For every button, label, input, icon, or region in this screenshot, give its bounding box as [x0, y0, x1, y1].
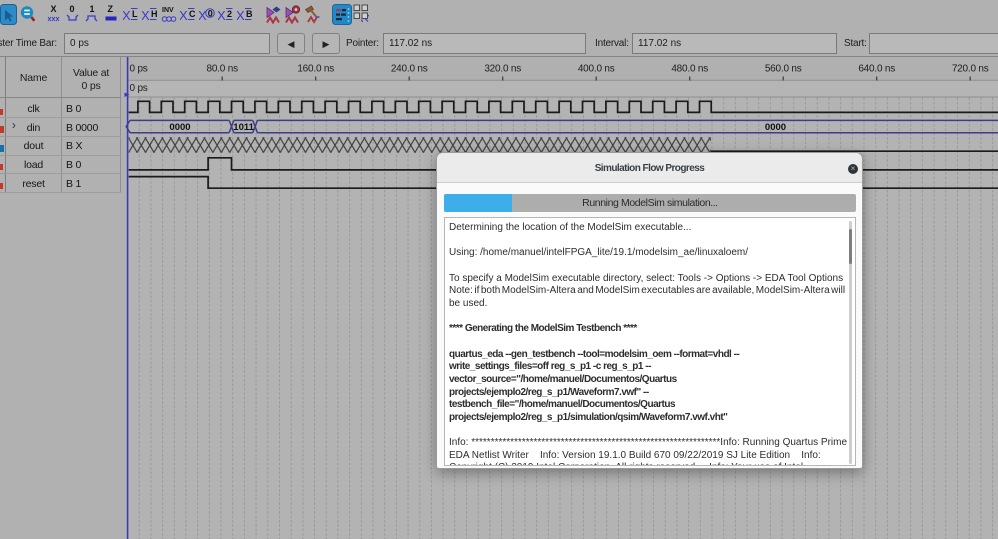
svg-text:160.0 ns: 160.0 ns: [297, 64, 334, 75]
svg-text:560.0 ns: 560.0 ns: [765, 64, 802, 75]
svg-text:0000: 0000: [169, 122, 190, 133]
svg-text:720.0 ns: 720.0 ns: [952, 64, 989, 75]
svg-text:320.0 ns: 320.0 ns: [484, 64, 521, 75]
svg-text:0 ps: 0 ps: [130, 83, 148, 94]
svg-text:0000: 0000: [765, 122, 786, 133]
svg-text:1011: 1011: [233, 122, 254, 133]
svg-text:400.0 ns: 400.0 ns: [578, 64, 615, 75]
svg-text:640.0 ns: 640.0 ns: [858, 64, 895, 75]
svg-text:240.0 ns: 240.0 ns: [391, 64, 428, 75]
svg-text:80.0 ns: 80.0 ns: [206, 64, 238, 75]
svg-text:0 ps: 0 ps: [130, 64, 148, 75]
svg-text:480.0 ns: 480.0 ns: [671, 64, 708, 75]
